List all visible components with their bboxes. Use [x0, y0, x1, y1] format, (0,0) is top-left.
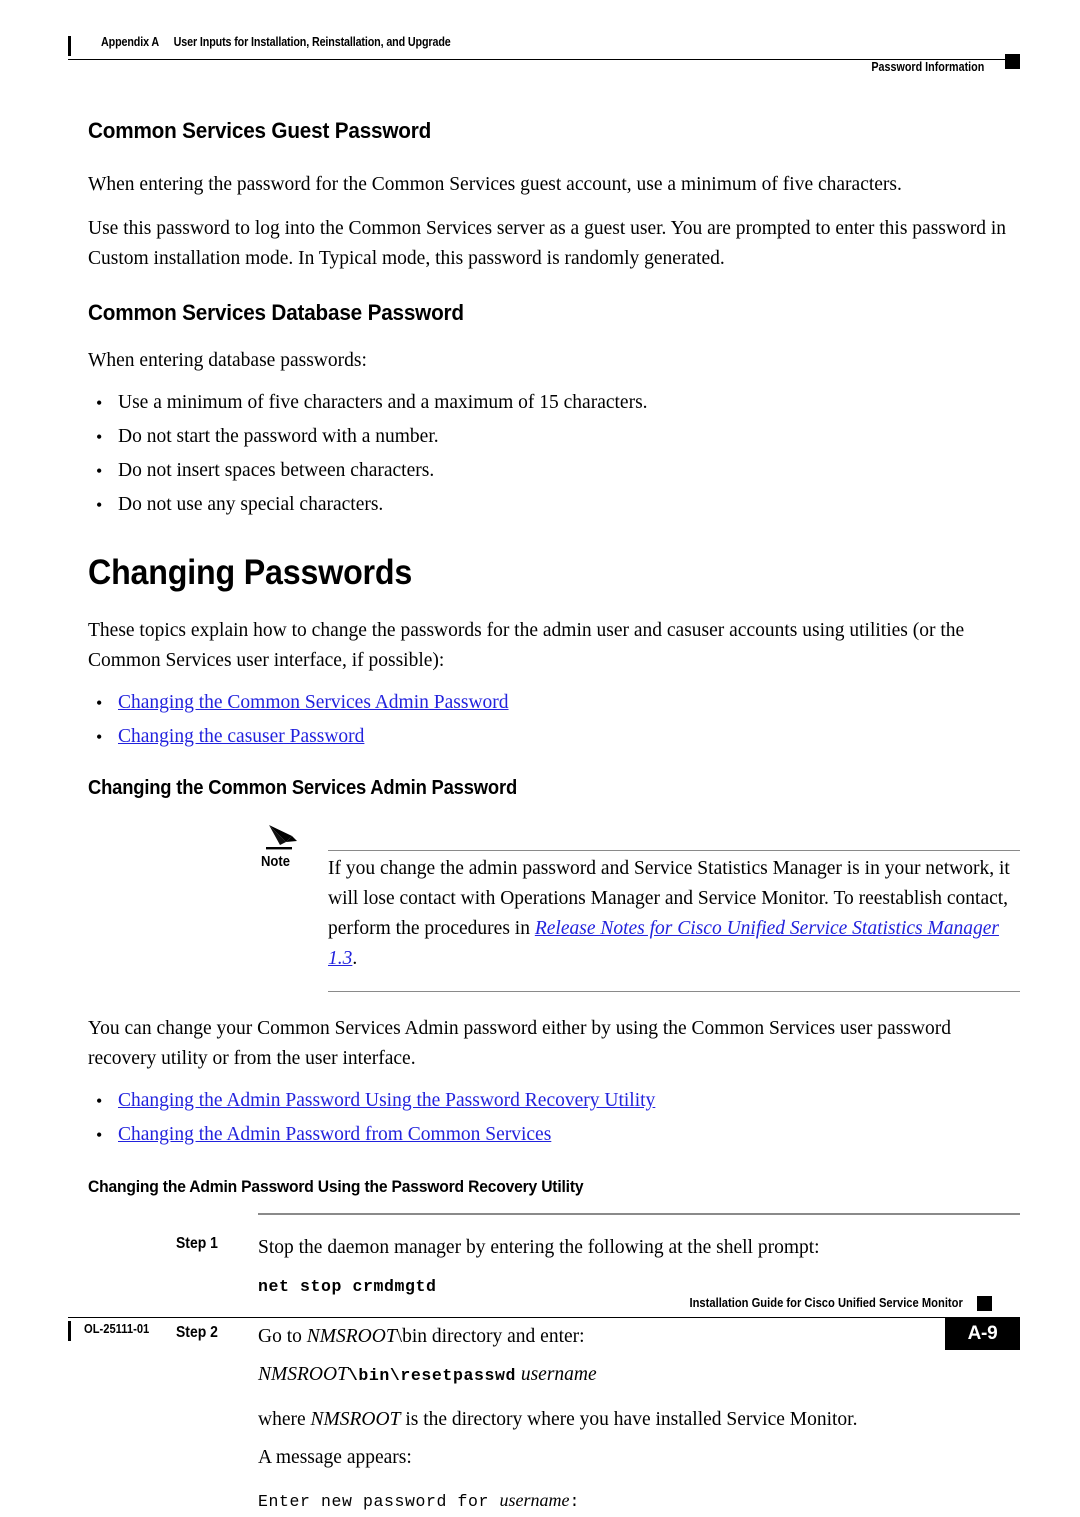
link-changing-admin-password-from-common-services[interactable]: Changing the Admin Password from Common … [118, 1124, 551, 1145]
step-2-output-message: Enter new password for username: [258, 1485, 1020, 1517]
heading-changing-common-services-admin-password: Changing the Common Services Admin Passw… [88, 777, 518, 799]
where-variable-nmsroot: NMSROOT [310, 1409, 401, 1430]
heading-common-services-guest-password: Common Services Guest Password [88, 118, 432, 143]
step-2-command-line: NMSROOT\bin\resetpasswd username [258, 1360, 1020, 1391]
note-body: If you change the admin password and Ser… [328, 822, 1020, 992]
footer-tab-marker [977, 1296, 992, 1311]
note-rule-top [328, 850, 1020, 851]
footer-left-marker [68, 1321, 71, 1341]
header-left-text: Appendix A User Inputs for Installation, … [101, 35, 451, 49]
footer-rule [68, 1317, 1020, 1318]
step-1-text: Stop the daemon manager by entering the … [258, 1237, 820, 1258]
heading-changing-passwords: Changing Passwords [88, 553, 413, 592]
command-variable-nmsroot: NMSROOT [258, 1364, 348, 1385]
link-changing-admin-password-recovery-utility[interactable]: Changing the Admin Password Using the Pa… [118, 1090, 655, 1111]
list-item: Changing the casuser Password [88, 722, 1020, 752]
output-text-post: : [569, 1492, 581, 1511]
step-1: Step 1 Stop the daemon manager by enteri… [176, 1233, 1020, 1302]
note-label: Note [261, 854, 291, 870]
footer-guide-title: Installation Guide for Cisco Unified Ser… [689, 1295, 963, 1310]
changing-intro: These topics explain how to change the p… [88, 620, 965, 671]
note-text-part-2: . [352, 948, 358, 969]
database-intro: When entering database passwords: [88, 350, 367, 371]
header-left-marker [68, 36, 71, 56]
changing-topic-links: Changing the Common Services Admin Passw… [88, 688, 1020, 752]
output-variable-username: username [499, 1490, 570, 1510]
list-item: Changing the Admin Password from Common … [88, 1120, 1020, 1150]
list-item: Changing the Admin Password Using the Pa… [88, 1086, 1020, 1116]
running-header: Appendix A User Inputs for Installation, … [68, 34, 1020, 78]
output-text-pre: Enter new password for [258, 1492, 500, 1511]
running-footer: Installation Guide for Cisco Unified Ser… [68, 1295, 1020, 1357]
command-argument-username: username [520, 1364, 597, 1385]
where-text-pre: where [258, 1409, 311, 1430]
page-number-box: A-9 [945, 1317, 1020, 1350]
step-2-where-clause: where NMSROOT is the directory where you… [258, 1405, 1020, 1435]
step-2-message-intro: A message appears: [258, 1447, 412, 1468]
step-1-label: Step 1 [176, 1235, 218, 1252]
note-callout: Note If you change the admin password an… [258, 822, 1020, 992]
step-1-body: Stop the daemon manager by entering the … [258, 1233, 1020, 1302]
header-chapter-title: User Inputs for Installation, Reinstalla… [173, 35, 451, 49]
heading-common-services-database-password: Common Services Database Password [88, 300, 464, 325]
link-changing-common-services-admin-password[interactable]: Changing the Common Services Admin Passw… [118, 692, 509, 713]
list-item: Do not start the password with a number. [88, 422, 1020, 452]
footer-document-id: OL-25111-01 [84, 1321, 150, 1336]
database-rules-list: Use a minimum of five characters and a m… [88, 388, 1020, 520]
link-changing-casuser-password[interactable]: Changing the casuser Password [118, 726, 364, 747]
heading-changing-admin-password-recovery-utility: Changing the Admin Password Using the Pa… [88, 1177, 584, 1196]
command-resetpasswd-path: \bin\resetpasswd [347, 1366, 516, 1385]
document-page: Appendix A User Inputs for Installation, … [0, 0, 1080, 1511]
admin-paragraph-1: You can change your Common Services Admi… [88, 1018, 951, 1069]
header-section-title: Password Information [871, 60, 984, 74]
list-item: Use a minimum of five characters and a m… [88, 388, 1020, 418]
guest-paragraph-2: Use this password to log into the Common… [88, 218, 1006, 269]
header-tab-marker [1005, 54, 1020, 69]
pencil-note-icon [266, 822, 304, 852]
note-rule-bottom [328, 991, 1020, 992]
where-text-post: is the directory where you have installe… [400, 1409, 858, 1430]
list-item: Do not use any special characters. [88, 490, 1020, 520]
list-item: Changing the Common Services Admin Passw… [88, 688, 1020, 718]
command-net-stop-crmdmgtd: net stop crmdmgtd [258, 1277, 437, 1296]
admin-topic-links: Changing the Admin Password Using the Pa… [88, 1086, 1020, 1150]
header-appendix-label: Appendix A [101, 35, 160, 49]
guest-paragraph-1: When entering the password for the Commo… [88, 174, 902, 195]
list-item: Do not insert spaces between characters. [88, 456, 1020, 486]
